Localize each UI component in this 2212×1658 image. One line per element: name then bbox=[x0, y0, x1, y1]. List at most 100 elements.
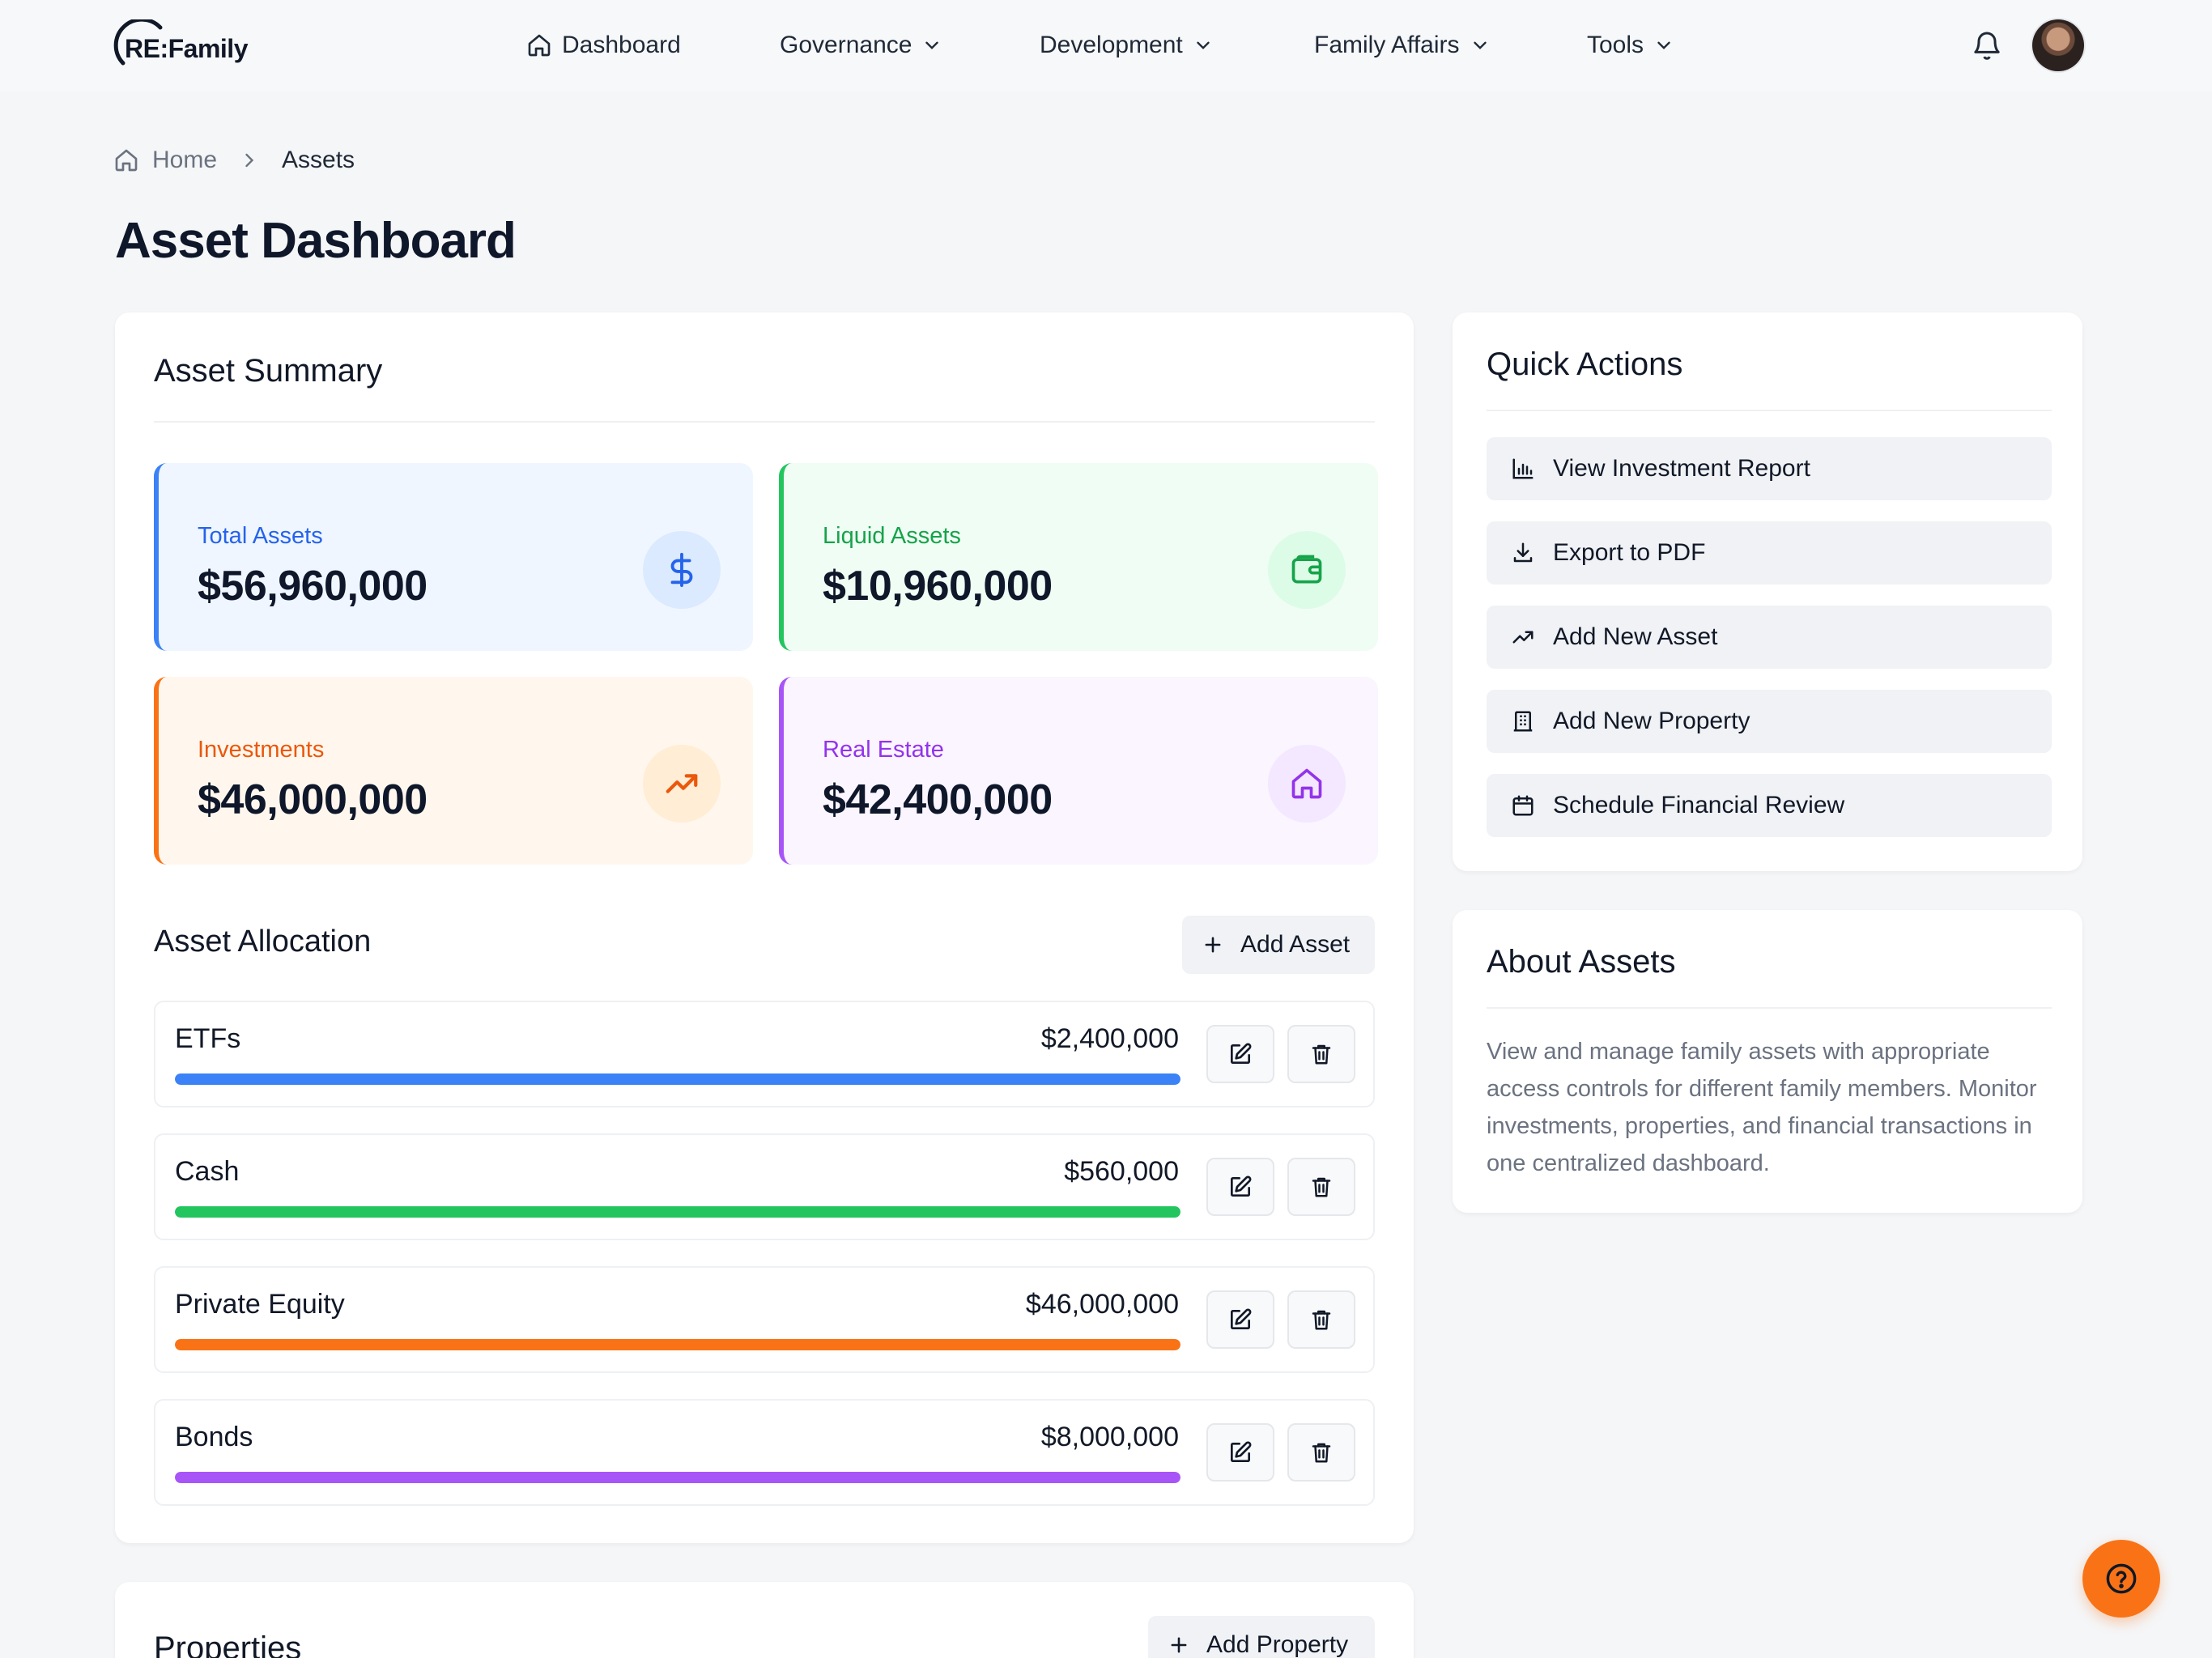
export-pdf-button[interactable]: Export to PDF bbox=[1487, 521, 2052, 585]
allocation-value: $8,000,000 bbox=[1040, 1422, 1179, 1452]
allocation-value: $46,000,000 bbox=[1025, 1289, 1179, 1320]
home-icon bbox=[528, 34, 551, 57]
stat-label: Real Estate bbox=[823, 737, 944, 763]
allocation-row-bonds: Bonds $8,000,000 bbox=[154, 1399, 1375, 1506]
trash-icon bbox=[1312, 1177, 1331, 1197]
allocation-progress-bar bbox=[175, 1073, 1180, 1085]
add-asset-label: Add Asset bbox=[1240, 931, 1351, 958]
schedule-financial-review-button[interactable]: Schedule Financial Review bbox=[1487, 774, 2052, 837]
logo-text: RE:Family bbox=[125, 34, 248, 63]
allocation-progress-fill bbox=[175, 1339, 1180, 1350]
brand-logo[interactable]: RE:Family bbox=[113, 19, 275, 71]
stat-investments: Investments $46,000,000 bbox=[154, 677, 753, 865]
allocation-progress-fill bbox=[175, 1472, 1180, 1483]
chevron-down-icon bbox=[1657, 41, 1670, 49]
stat-value: $46,000,000 bbox=[198, 776, 428, 823]
stat-value: $10,960,000 bbox=[823, 563, 1053, 610]
trash-icon bbox=[1312, 1310, 1331, 1330]
allocation-progress-bar bbox=[175, 1206, 1180, 1218]
breadcrumb: Home Assets bbox=[113, 144, 355, 176]
stat-value: $56,960,000 bbox=[198, 563, 428, 610]
edit-button[interactable] bbox=[1206, 1158, 1274, 1216]
quick-action-label: Add New Asset bbox=[1553, 623, 1718, 650]
stat-label: Total Assets bbox=[198, 523, 323, 549]
allocation-row-etfs: ETFs $2,400,000 bbox=[154, 1001, 1375, 1107]
allocation-name: ETFs bbox=[175, 1023, 241, 1054]
home-icon bbox=[1268, 745, 1346, 823]
add-property-label: Add Property bbox=[1206, 1631, 1349, 1658]
edit-button[interactable] bbox=[1206, 1290, 1274, 1349]
divider bbox=[1487, 1007, 2052, 1009]
allocation-value: $2,400,000 bbox=[1040, 1023, 1179, 1054]
nav-development[interactable]: Development bbox=[1040, 29, 1214, 62]
allocation-row-cash: Cash $560,000 bbox=[154, 1133, 1375, 1240]
user-avatar[interactable] bbox=[2032, 19, 2084, 71]
breadcrumb-home-link[interactable]: Home bbox=[152, 147, 217, 174]
asset-summary-title: Asset Summary bbox=[154, 353, 383, 389]
nav-tools[interactable]: Tools bbox=[1587, 29, 1674, 62]
stat-label: Investments bbox=[198, 737, 325, 763]
bar-chart-icon bbox=[1512, 458, 1534, 479]
asset-allocation-title: Asset Allocation bbox=[154, 925, 372, 959]
delete-button[interactable] bbox=[1287, 1423, 1355, 1482]
add-new-property-button[interactable]: Add New Property bbox=[1487, 690, 2052, 753]
delete-button[interactable] bbox=[1287, 1025, 1355, 1083]
allocation-name: Cash bbox=[175, 1156, 240, 1187]
allocation-row-private-equity: Private Equity $46,000,000 bbox=[154, 1266, 1375, 1373]
quick-action-label: Export to PDF bbox=[1553, 539, 1706, 566]
allocation-name: Private Equity bbox=[175, 1289, 345, 1320]
chevron-down-icon bbox=[1473, 41, 1487, 49]
about-assets-text: View and manage family assets with appro… bbox=[1487, 1039, 2037, 1176]
properties-title: Properties bbox=[154, 1630, 302, 1658]
allocation-progress-bar bbox=[175, 1339, 1180, 1350]
bell-icon[interactable] bbox=[1971, 28, 2003, 63]
page-title: Asset Dashboard bbox=[115, 213, 517, 269]
chevron-right-icon bbox=[245, 153, 254, 168]
nav-development-label: Development bbox=[1040, 32, 1183, 58]
stat-value: $42,400,000 bbox=[823, 776, 1053, 823]
nav-family-affairs-label: Family Affairs bbox=[1314, 32, 1460, 58]
allocation-value: $560,000 bbox=[1064, 1156, 1179, 1187]
nav-governance[interactable]: Governance bbox=[780, 29, 942, 62]
help-circle-icon bbox=[2106, 1563, 2137, 1594]
edit-button[interactable] bbox=[1206, 1025, 1274, 1083]
wallet-icon bbox=[1268, 531, 1346, 609]
nav-family-affairs[interactable]: Family Affairs bbox=[1314, 29, 1491, 62]
edit-icon bbox=[1231, 1308, 1252, 1329]
edit-button[interactable] bbox=[1206, 1423, 1274, 1482]
add-new-asset-button[interactable]: Add New Asset bbox=[1487, 606, 2052, 669]
stat-total-assets: Total Assets $56,960,000 bbox=[154, 463, 753, 651]
trash-icon bbox=[1312, 1443, 1331, 1463]
allocation-name: Bonds bbox=[175, 1422, 253, 1452]
trending-up-icon bbox=[1512, 631, 1534, 644]
home-icon bbox=[115, 149, 138, 172]
nav-governance-label: Governance bbox=[780, 32, 912, 58]
breadcrumb-current: Assets bbox=[282, 147, 355, 173]
delete-button[interactable] bbox=[1287, 1290, 1355, 1349]
download-icon bbox=[1513, 542, 1533, 563]
quick-actions-title: Quick Actions bbox=[1487, 346, 1683, 382]
quick-action-label: View Investment Report bbox=[1553, 455, 1810, 482]
nav-dashboard[interactable]: Dashboard bbox=[526, 29, 681, 62]
calendar-icon bbox=[1512, 795, 1534, 816]
allocation-progress-fill bbox=[175, 1073, 1180, 1085]
add-property-button[interactable]: Add Property bbox=[1148, 1616, 1375, 1658]
help-button[interactable] bbox=[2082, 1540, 2160, 1618]
plus-icon bbox=[1171, 1637, 1187, 1653]
add-asset-button[interactable]: Add Asset bbox=[1182, 916, 1375, 974]
nav-tools-label: Tools bbox=[1587, 32, 1644, 58]
divider bbox=[154, 421, 1375, 423]
chevron-down-icon bbox=[925, 41, 939, 49]
view-investment-report-button[interactable]: View Investment Report bbox=[1487, 437, 2052, 500]
allocation-progress-fill bbox=[175, 1206, 1180, 1218]
divider bbox=[1487, 410, 2052, 411]
chevron-down-icon bbox=[1197, 41, 1210, 49]
dollar-icon bbox=[643, 531, 721, 609]
stat-real-estate: Real Estate $42,400,000 bbox=[779, 677, 1378, 865]
building-icon bbox=[1513, 711, 1533, 732]
allocation-progress-bar bbox=[175, 1472, 1180, 1483]
about-assets-title: About Assets bbox=[1487, 944, 1676, 980]
delete-button[interactable] bbox=[1287, 1158, 1355, 1216]
trash-icon bbox=[1312, 1044, 1331, 1065]
edit-icon bbox=[1231, 1043, 1252, 1064]
